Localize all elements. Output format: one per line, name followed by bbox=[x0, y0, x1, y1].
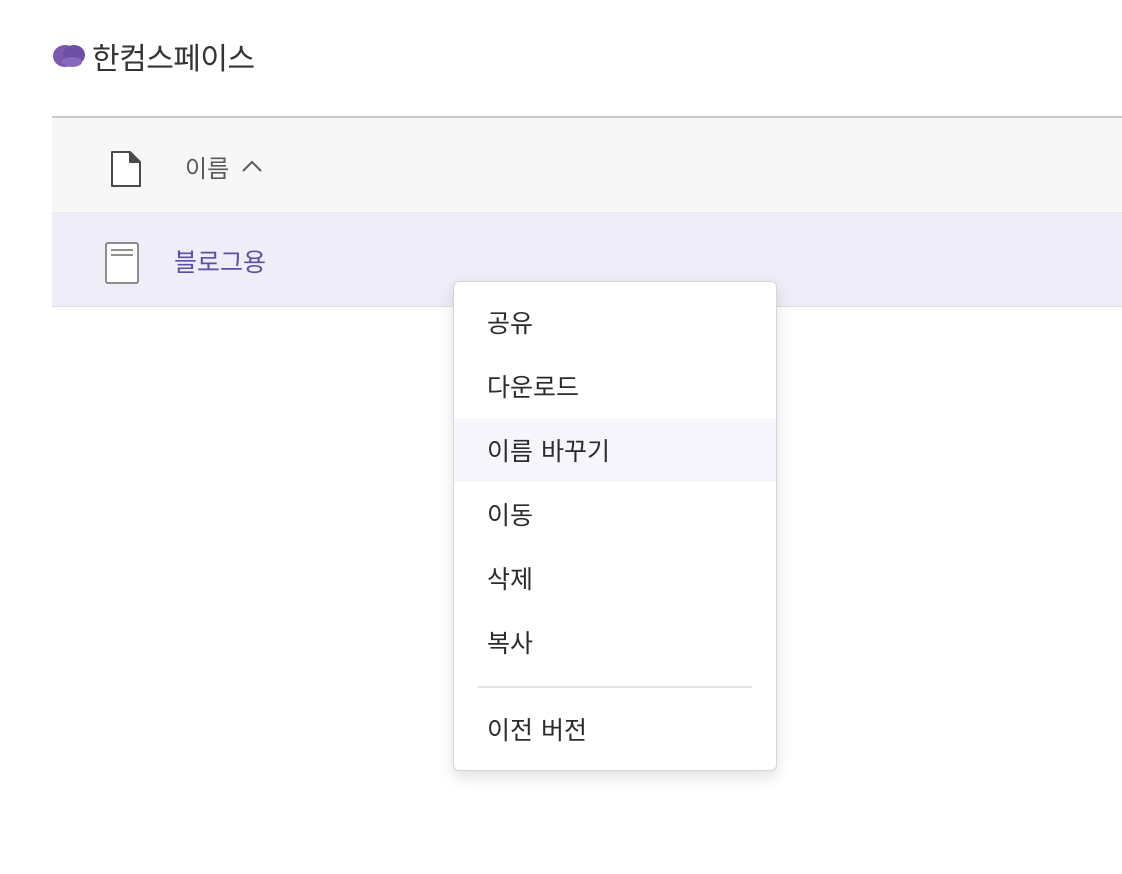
menu-item-delete[interactable]: 삭제 bbox=[454, 546, 776, 610]
table-header: 이름 bbox=[52, 116, 1122, 213]
chevron-up-icon bbox=[242, 160, 262, 172]
file-table: 이름 블로그용 bbox=[52, 116, 1122, 307]
menu-item-download[interactable]: 다운로드 bbox=[454, 354, 776, 418]
sort-by-name-header[interactable]: 이름 bbox=[185, 148, 263, 184]
menu-item-rename[interactable]: 이름 바꾸기 bbox=[454, 418, 776, 482]
menu-divider bbox=[478, 686, 752, 688]
context-menu: 공유 다운로드 이름 바꾸기 이동 삭제 복사 이전 버전 bbox=[453, 281, 777, 771]
file-name[interactable]: 블로그용 bbox=[174, 243, 266, 279]
menu-item-share[interactable]: 공유 bbox=[454, 290, 776, 354]
menu-item-copy[interactable]: 복사 bbox=[454, 610, 776, 674]
menu-item-previous-versions[interactable]: 이전 버전 bbox=[454, 697, 776, 761]
file-icon bbox=[111, 151, 141, 187]
brand-header[interactable]: 한컴스페이스 bbox=[52, 36, 255, 77]
brand-name: 한컴스페이스 bbox=[92, 42, 255, 77]
name-column-label: 이름 bbox=[185, 154, 230, 183]
cloud-logo-icon bbox=[53, 45, 85, 67]
document-icon bbox=[105, 242, 139, 284]
menu-item-move[interactable]: 이동 bbox=[454, 482, 776, 546]
app-window: 한컴스페이스 이름 블로그용 공유 다운로드 이름 바꾸기 이동 삭제 복사 이… bbox=[0, 0, 1122, 874]
